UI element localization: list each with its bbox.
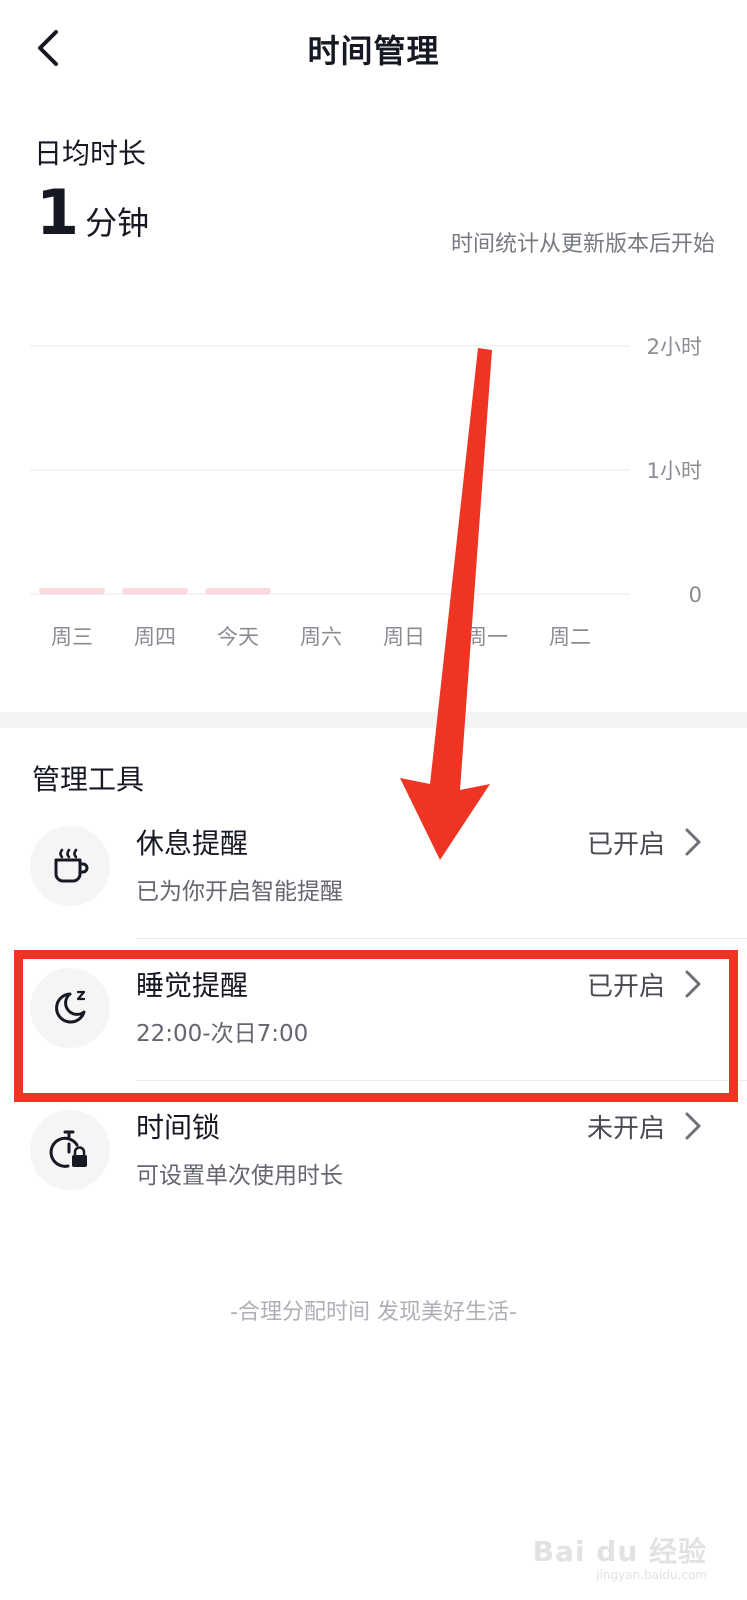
tool-status: 未开启 <box>586 1114 665 1144</box>
usage-bar-chart: 2小时 1小时 0 周三 周四 今天 周六 周日 周一 周二 <box>30 335 702 649</box>
stat-note: 时间统计从更新版本后开始 <box>450 232 715 257</box>
daily-average-number: 1 <box>36 176 80 249</box>
chart-y-tick-label: 2小时 <box>647 335 702 359</box>
daily-average-unit: 分钟 <box>85 204 150 242</box>
tool-description: 已为你开启智能提醒 <box>136 879 343 905</box>
chart-x-tick-label: 周六 <box>300 625 342 649</box>
chart-x-tick-label: 今天 <box>217 625 259 649</box>
footer-slogan: -合理分配时间 发现美好生活- <box>230 1300 517 1325</box>
chevron-right-icon <box>685 828 701 856</box>
chart-x-tick-label: 周一 <box>466 625 508 649</box>
row-divider <box>136 938 747 939</box>
tool-status: 已开启 <box>586 830 665 860</box>
tool-row-rest-reminder[interactable]: 休息提醒 已为你开启智能提醒 已开启 <box>0 800 747 940</box>
chart-bar <box>122 588 188 594</box>
chart-bar <box>205 588 271 594</box>
chart-x-tick-label: 周四 <box>134 625 176 649</box>
coffee-cup-icon <box>54 848 89 883</box>
chevron-right-icon <box>685 1112 701 1140</box>
baidu-watermark-url: jingyan.baidu.com <box>596 1568 707 1582</box>
tool-name: 休息提醒 <box>136 827 249 860</box>
chart-y-tick-label: 1小时 <box>647 459 702 483</box>
chart-x-tick-label: 周日 <box>383 625 425 649</box>
chart-x-tick-label: 周三 <box>51 625 93 649</box>
tools-section-title: 管理工具 <box>32 763 145 796</box>
tool-icon-wrapper <box>30 826 110 906</box>
baidu-watermark: Bai du 经验 <box>532 1535 707 1568</box>
tool-name: 时间锁 <box>136 1111 221 1144</box>
tool-icon-wrapper <box>30 1110 110 1190</box>
chart-y-tick-label: 0 <box>689 583 702 607</box>
tool-row-time-lock[interactable]: 时间锁 可设置单次使用时长 未开启 <box>0 1084 747 1224</box>
daily-average-value: 1 分钟 <box>36 182 149 244</box>
tool-description: 可设置单次使用时长 <box>136 1163 343 1189</box>
daily-average-label: 日均时长 <box>34 137 147 170</box>
chart-bar <box>39 588 105 594</box>
section-divider <box>0 712 747 728</box>
annotation-highlight-box <box>14 950 738 1102</box>
chart-x-tick-label: 周二 <box>549 625 591 649</box>
timer-lock-icon <box>49 1130 87 1168</box>
page-title: 时间管理 <box>307 32 440 70</box>
